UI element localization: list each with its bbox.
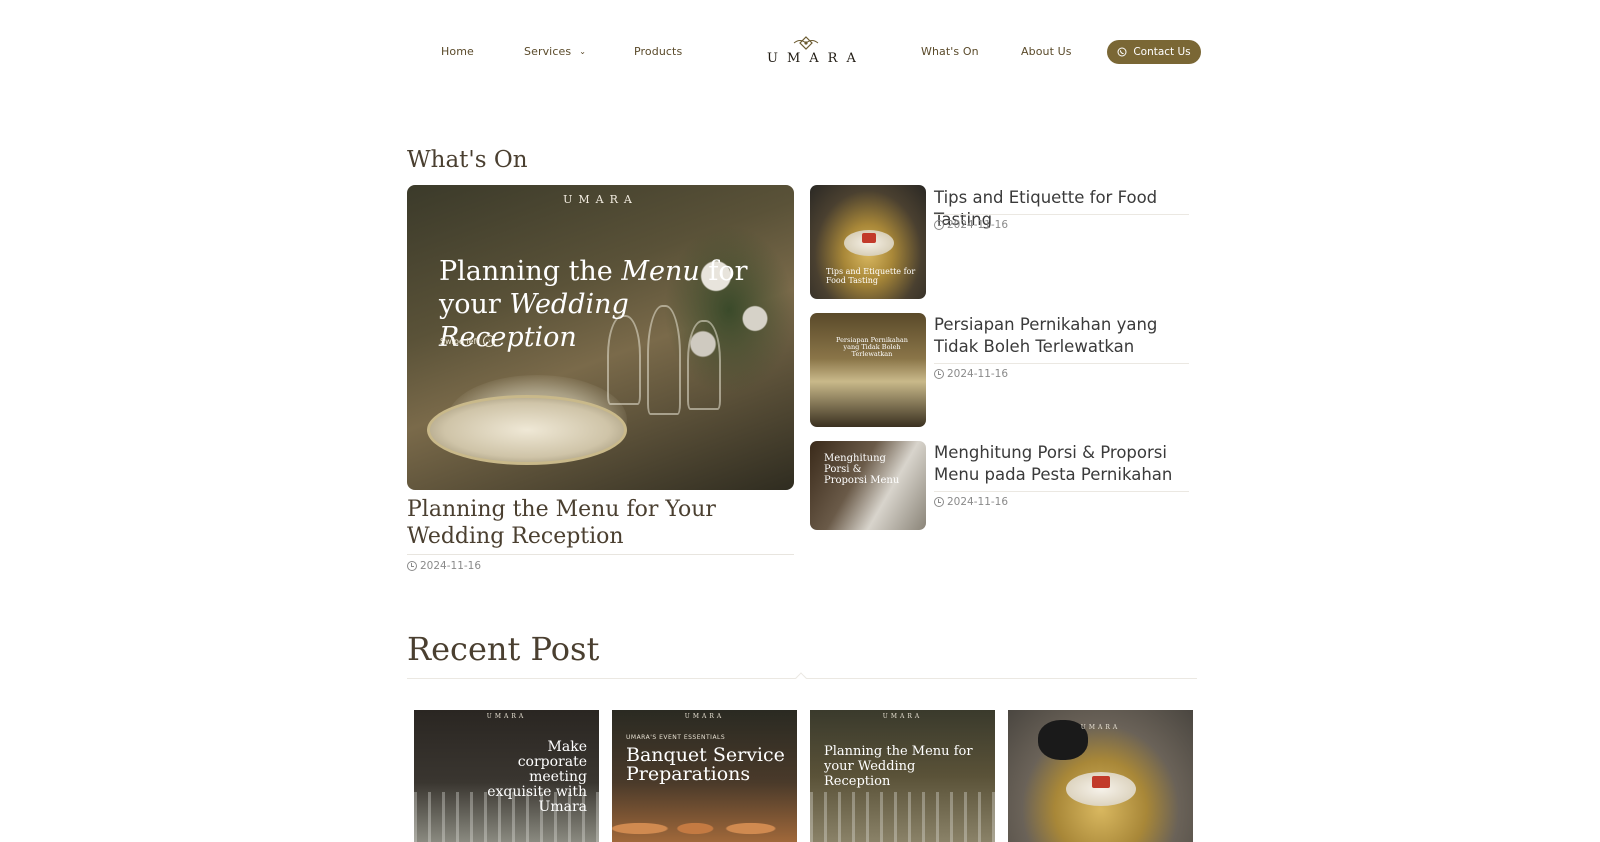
featured-article-title[interactable]: Planning the Menu for Your Wedding Recep… [407, 496, 794, 550]
contact-us-label: Contact Us [1133, 46, 1191, 58]
thumbnail-text: Tips and Etiquette for Food Tasting [826, 267, 916, 285]
brand-logo[interactable]: UMARA [758, 36, 865, 66]
image-heading-part: Menu [621, 256, 700, 287]
article-title[interactable]: Menghitung Porsi & Proporsi Menu pada Pe… [934, 442, 1194, 486]
recent-post-heading: Recent Post [407, 630, 600, 668]
card-image-subtext: UMARA'S EVENT ESSENTIALS [626, 734, 726, 741]
article-thumbnail[interactable]: Menghitung Porsi & Proporsi Menu [810, 441, 926, 530]
clock-icon [934, 220, 944, 230]
logo-mark-icon [793, 36, 819, 50]
top-navbar: Home Services ⌄ Products UMARA What's On … [0, 0, 1600, 105]
whats-on-heading: What's On [407, 147, 528, 173]
arrow-right-icon: › [483, 335, 496, 347]
card-brand-text: UMARA [1080, 724, 1121, 731]
nav-services-link[interactable]: Services ⌄ [524, 45, 586, 58]
date-text: 2024-11-16 [947, 219, 1009, 231]
divider [934, 363, 1189, 364]
divider [934, 214, 1189, 215]
date-text: 2024-11-16 [947, 368, 1009, 380]
card-brand-text: UMARA [684, 713, 725, 720]
logo-text: UMARA [767, 51, 865, 66]
glasses-decor [810, 792, 995, 842]
date-text: 2024-11-16 [947, 496, 1009, 508]
article-title[interactable]: Persiapan Pernikahan yang Tidak Boleh Te… [934, 314, 1194, 358]
chevron-down-icon: ⌄ [579, 47, 586, 56]
nav-services-label: Services [524, 45, 572, 58]
recent-post-card[interactable]: UMARA Planning the Menu for your Wedding… [810, 710, 995, 842]
article-date: 2024-11-16 [934, 368, 1008, 380]
image-heading-part: for [699, 256, 748, 287]
article-thumbnail[interactable]: Persiapan Pernikahan yang Tidak Boleh Te… [810, 313, 926, 427]
clock-icon [934, 369, 944, 379]
article-thumbnail[interactable]: Tips and Etiquette for Food Tasting [810, 185, 926, 299]
nav-about-link[interactable]: About Us [1021, 45, 1072, 58]
recent-post-card[interactable]: UMARA [1008, 710, 1193, 842]
recent-post-card[interactable]: UMARA Make corporate meeting exquisite w… [414, 710, 599, 842]
featured-article-date: 2024-11-16 [407, 560, 481, 572]
cake-decor [1092, 776, 1110, 788]
nav-whats-on-link[interactable]: What's On [921, 45, 979, 58]
divider [407, 554, 794, 555]
card-brand-text: UMARA [486, 713, 527, 720]
featured-article-image[interactable]: UMARA Planning the Menu for your Wedding… [407, 185, 794, 490]
clock-icon [407, 561, 417, 571]
divider [934, 491, 1189, 492]
nav-home-link[interactable]: Home [441, 45, 474, 58]
article-date: 2024-11-16 [934, 219, 1008, 231]
image-heading-part: Planning the [439, 256, 622, 287]
divider-notch [795, 672, 807, 684]
nav-products-link[interactable]: Products [634, 45, 682, 58]
thumbnail-text: Persiapan Pernikahan yang Tidak Boleh Te… [836, 336, 908, 358]
plate-decor [427, 395, 627, 465]
card-image-text: Planning the Menu for your Wedding Recep… [824, 744, 973, 789]
card-brand-text: UMARA [882, 713, 923, 720]
card-image-text: Banquet Service Preparations [626, 744, 785, 785]
clock-icon [934, 497, 944, 507]
swipe-hint: Swipe left › [440, 335, 496, 347]
cake-decor [862, 233, 876, 243]
whatsapp-icon [1117, 47, 1127, 57]
article-date: 2024-11-16 [934, 496, 1008, 508]
card-image-text: Make corporate meeting exquisite with Um… [487, 739, 587, 815]
recent-post-card[interactable]: UMARA UMARA'S EVENT ESSENTIALS Banquet S… [612, 710, 797, 842]
thumbnail-text: Menghitung Porsi & Proporsi Menu [824, 453, 900, 486]
swipe-hint-text: Swipe left [440, 336, 480, 346]
pots-decor [612, 797, 797, 842]
image-heading-part: your [439, 289, 510, 320]
image-brand-text: UMARA [563, 193, 638, 206]
date-text: 2024-11-16 [420, 560, 482, 572]
contact-us-button[interactable]: Contact Us [1107, 40, 1201, 64]
